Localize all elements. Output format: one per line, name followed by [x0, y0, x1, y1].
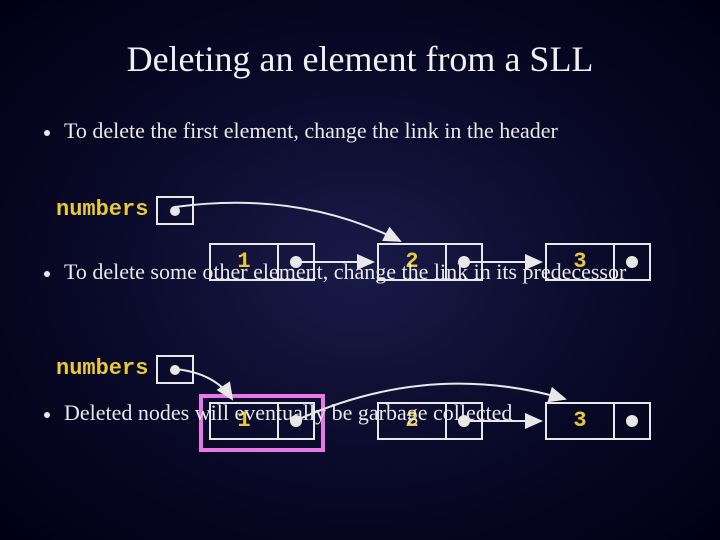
numbers-label-1: numbers — [56, 197, 148, 222]
head-box-2 — [156, 355, 194, 384]
arrow-head-skip — [175, 203, 400, 241]
slide-title: Deleting an element from a SLL — [0, 0, 720, 80]
bullet-dot-icon — [44, 412, 50, 418]
bullet-dot-icon — [44, 271, 50, 277]
pointer-dot-icon — [170, 365, 180, 375]
bullet-2: To delete some other element, change the… — [64, 259, 690, 285]
bullet-2-text: To delete some other element, change the… — [64, 259, 626, 284]
pointer-dot-icon — [170, 206, 180, 216]
bullet-3-text: Deleted nodes will eventually be garbage… — [64, 400, 512, 425]
numbers-label-2: numbers — [56, 356, 148, 381]
head-box-1 — [156, 196, 194, 225]
bullet-1-text: To delete the first element, change the … — [64, 118, 558, 143]
bullet-dot-icon — [44, 130, 50, 136]
bullet-1: To delete the first element, change the … — [64, 118, 690, 144]
bullet-3: Deleted nodes will eventually be garbage… — [64, 400, 690, 426]
